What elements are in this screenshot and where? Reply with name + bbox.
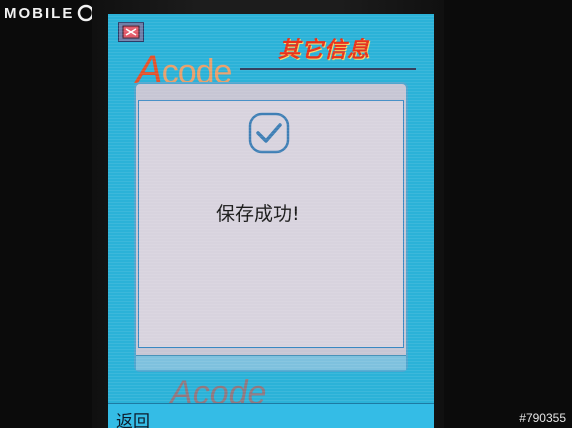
back-softkey[interactable]: 返回 [116,407,150,428]
softkey-bar: 返回 [108,403,434,428]
checkmark-icon [248,112,290,154]
page-title: 其它信息 [277,38,370,63]
watermark-logo: MOBILE [4,2,106,24]
watermark-image-id: #790355 [519,411,566,425]
watermark-logo-text: MOBILE [4,4,75,22]
header-divider [240,68,416,70]
phone-screen: Acode 其它信息 保存成功! Acode 返回 [108,14,434,428]
dialog-message: 保存成功! [216,203,300,225]
status-app-icon [118,22,144,42]
dialog-panel-footer [136,355,406,370]
